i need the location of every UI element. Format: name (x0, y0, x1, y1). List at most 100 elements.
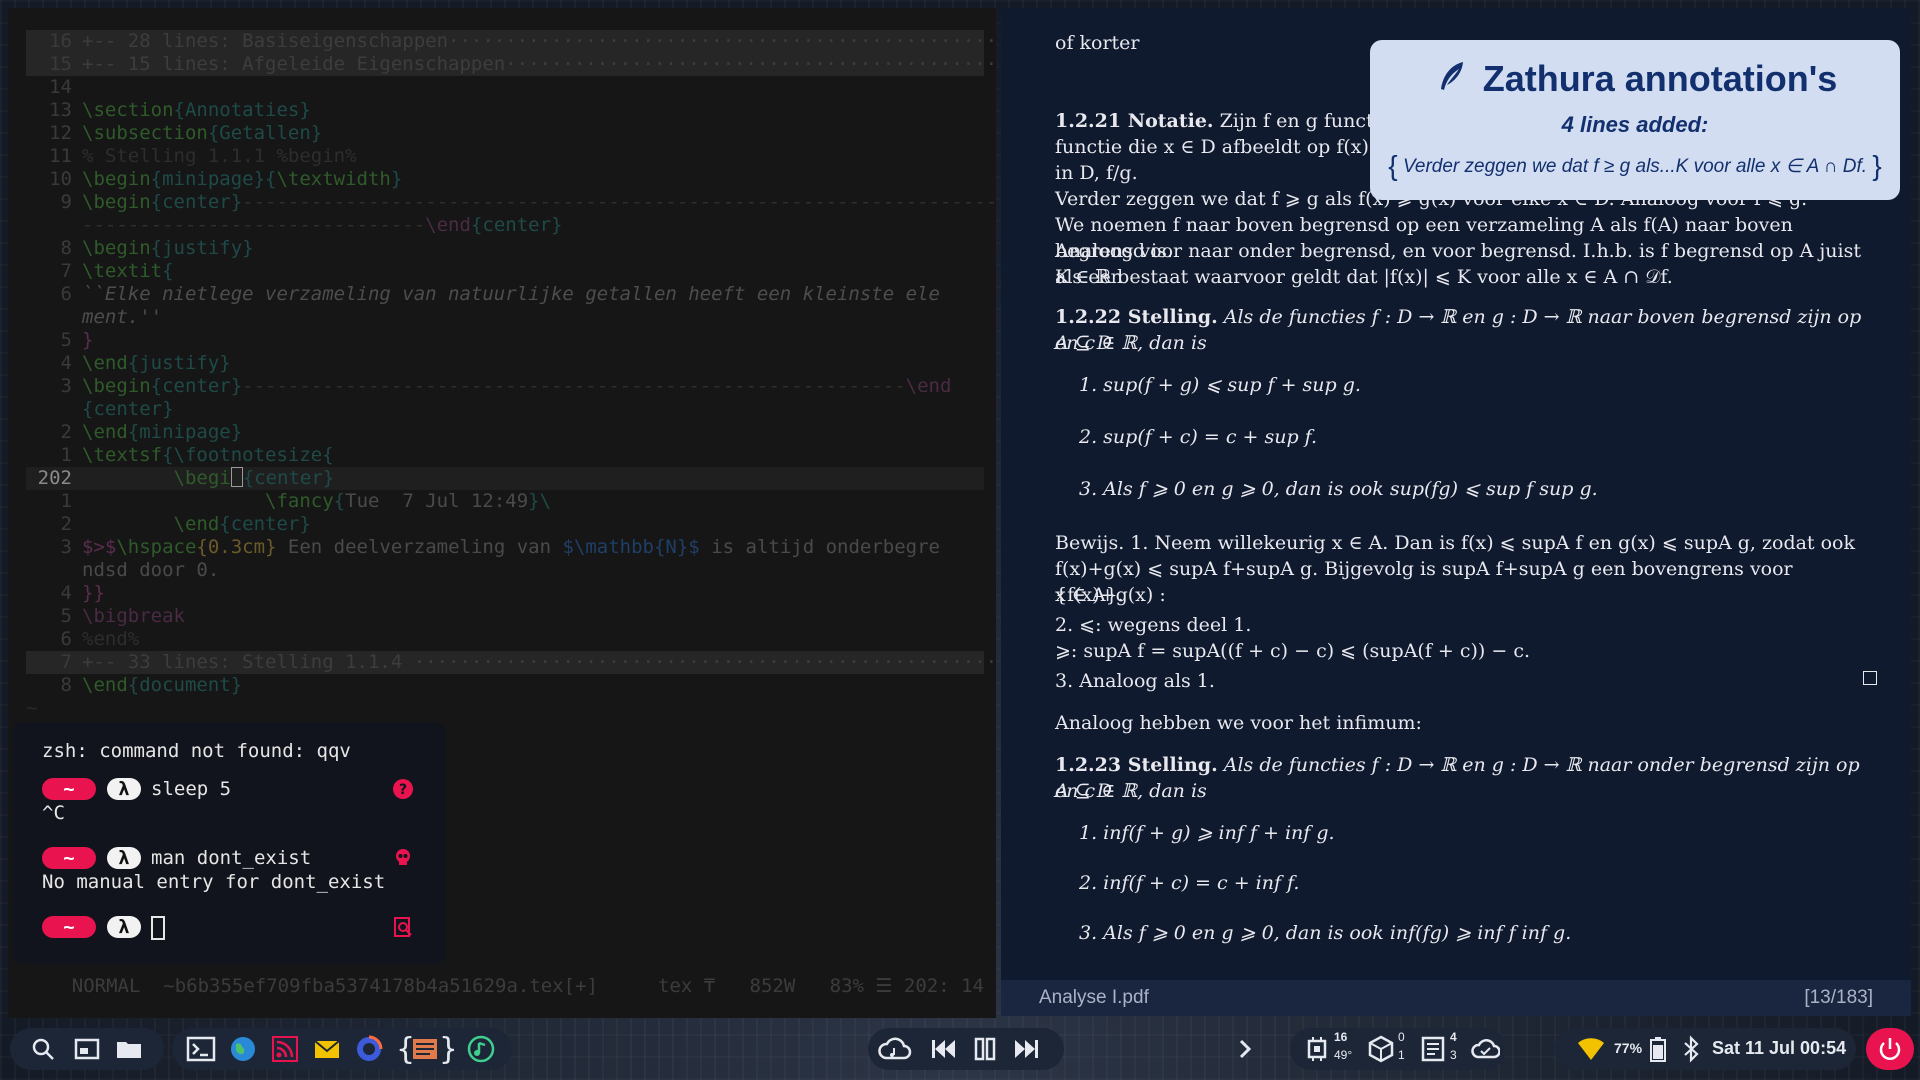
editor-line[interactable]: 10 \begin{minipage}{\textwidth} (26, 168, 984, 191)
line-number: 6 (60, 628, 72, 650)
pdf-text: ⩾: supA f = supA((f + c) − c) ⩽ (supA(f … (1055, 640, 1531, 662)
skull-icon (396, 849, 410, 865)
editor-line[interactable]: 202 \begi {center} (26, 467, 984, 490)
vim-filetype: tex (657, 975, 693, 997)
pause-icon[interactable] (970, 1034, 1000, 1064)
fold-marker: +-- 28 lines: Basiseigenschappen········… (82, 30, 996, 52)
latex-argument: {center} (470, 214, 563, 236)
next-icon[interactable] (1012, 1034, 1042, 1064)
browser-icon[interactable] (228, 1034, 258, 1064)
editor-line[interactable]: {center} (26, 398, 984, 421)
editor-line[interactable]: 6 ``Elke nietlege verzameling van natuurl… (26, 283, 984, 306)
latex-command: \end (425, 214, 471, 236)
dash-rule: ----------------------------------------… (242, 375, 906, 397)
terminal-error-line: zsh: command not found: qqv (42, 740, 351, 762)
vim-position: 202: 14 (903, 975, 984, 997)
cloud-sync-icon[interactable] (1470, 1034, 1500, 1064)
editor-line[interactable]: 5} (26, 329, 984, 352)
latex-brace: { (162, 260, 174, 282)
latex-command: \begi (82, 467, 231, 489)
latex-brace: } (390, 168, 403, 190)
battery-icon (1650, 1037, 1666, 1062)
plain-text: Een deelverzameling van (276, 536, 563, 558)
prompt-lambda-badge: λ (107, 847, 141, 869)
annotation-notification[interactable]: Zathura annotation's 4 lines added: { Ve… (1370, 40, 1900, 200)
editor-line[interactable]: 9 \begin{center}-------------------------… (26, 191, 996, 214)
power-icon[interactable] (1875, 1034, 1905, 1064)
editor-line[interactable]: 11 % Stelling 1.1.1 %begin% (26, 145, 984, 168)
rss-icon[interactable] (270, 1034, 300, 1064)
prompt-dir-badge: ~ (42, 916, 96, 938)
screenshot-icon[interactable] (72, 1034, 102, 1064)
latex-argument: {center} (242, 467, 335, 489)
theorem-item: 3. Als f ⩾ 0 en g ⩾ 0, dan is ook inf(fg… (1079, 922, 1572, 944)
latex-argument: {minipage} (150, 168, 266, 190)
theorem-item: 1. inf(f + g) ⩾ inf f + inf g. (1079, 822, 1335, 844)
folder-icon[interactable] (114, 1034, 144, 1064)
music-icon[interactable] (466, 1034, 496, 1064)
vim-wordcount: 852W (749, 975, 796, 997)
cpu-load: 16 (1334, 1030, 1348, 1044)
editor-cursor[interactable] (230, 467, 243, 487)
editor-line[interactable]: 2 \end{center} (26, 513, 984, 536)
mail-icon[interactable] (312, 1034, 342, 1064)
previous-icon[interactable] (928, 1034, 958, 1064)
search-icon[interactable] (28, 1034, 58, 1064)
latex-command: \end (173, 513, 220, 535)
pdf-text: Analoog hebben we voor het infimum: (1055, 712, 1422, 734)
theorem-item: 3. Als f ⩾ 0 en g ⩾ 0, dan is ook sup(fg… (1079, 478, 1598, 500)
theorem-label: 1.2.23 Stelling. (1055, 754, 1218, 776)
editor-line[interactable]: 8 \begin{justify} (26, 237, 984, 260)
code-editor-icon[interactable]: { } (396, 1034, 454, 1064)
editor-line[interactable]: 16 +-- 28 lines: Basiseigenschappen······… (26, 30, 996, 53)
taskbar-apps-group (172, 1028, 512, 1070)
firefox-icon[interactable] (354, 1034, 384, 1064)
editor-line[interactable]: 13 \section{Annotaties} (26, 99, 984, 122)
fold-marker: +-- 15 lines: Afgeleide Eigenschappen···… (82, 53, 996, 75)
editor-line[interactable]: 2 \end{minipage} (26, 421, 984, 444)
vim-mode: NORMAL (71, 975, 141, 997)
editor-line[interactable]: 6 %end% (26, 628, 984, 651)
editor-line[interactable]: 4 \end{justify} (26, 352, 984, 375)
editor-line[interactable]: 1 \fancy{Tue 7 Jul 12:49}\ (26, 490, 984, 513)
editor-line[interactable]: ------------------------------\end{cente… (26, 214, 984, 237)
editor-line[interactable]: 5 \bigbreak (26, 605, 984, 628)
end-of-buffer-marker: ~ (26, 697, 984, 720)
line-number: 2 (60, 513, 72, 535)
prompt-dir-badge: ~ (42, 847, 96, 869)
line-number: 11 (49, 145, 72, 167)
line-number: 2 (60, 421, 72, 443)
pkg-top: 0 (1398, 1030, 1405, 1044)
latex-command: \end (82, 352, 128, 374)
chevron-right-icon[interactable] (1230, 1034, 1260, 1064)
editor-line[interactable]: 4}} (26, 582, 984, 605)
terminal-icon[interactable] (186, 1034, 216, 1064)
cloud-music-icon[interactable] (878, 1034, 912, 1064)
line-number: 8 (60, 674, 72, 696)
editor-line[interactable]: 3 $>$\hspace{0.3cm} Een deelverzameling v… (26, 536, 984, 559)
editor-line[interactable]: ment.'' (26, 306, 984, 329)
package-icon (1368, 1035, 1394, 1063)
italic-text: ``Elke nietlege verzameling van natuurli… (82, 283, 940, 305)
latex-brace: { (333, 490, 346, 512)
latex-command: \textsf (82, 444, 163, 466)
line-number: 10 (49, 168, 72, 190)
editor-line[interactable]: 3 \begin{center}-------------------------… (26, 375, 984, 398)
wifi-icon[interactable] (1576, 1034, 1606, 1064)
editor-line[interactable]: 7 \textit{ (26, 260, 984, 283)
editor-line[interactable]: 15 +-- 15 lines: Afgeleide Eigenschappen·… (26, 53, 996, 76)
italic-text: ment.'' (82, 306, 163, 328)
editor-line[interactable]: 7 +-- 33 lines: Stelling 1.1.4 ··········… (26, 651, 996, 674)
editor-line[interactable]: ndsd door 0. (26, 559, 984, 582)
latex-command: \textit (82, 260, 163, 282)
bluetooth-icon[interactable] (1680, 1034, 1702, 1064)
theorem-item: 2. inf(f + c) = c + inf f. (1079, 872, 1300, 894)
editor-line[interactable]: 12 \subsection{Getallen} (26, 122, 984, 145)
terminal-cursor[interactable] (151, 916, 165, 940)
editor-line[interactable]: 14 (26, 76, 984, 99)
line-number: 6 (60, 283, 72, 305)
editor-line[interactable]: 1 \textsf{\footnotesize{ (26, 444, 984, 467)
editor-line[interactable]: 8 \end{document} (26, 674, 984, 697)
terminal-popup[interactable]: zsh: command not found: qqv ~ λ sleep 5 … (12, 722, 446, 964)
